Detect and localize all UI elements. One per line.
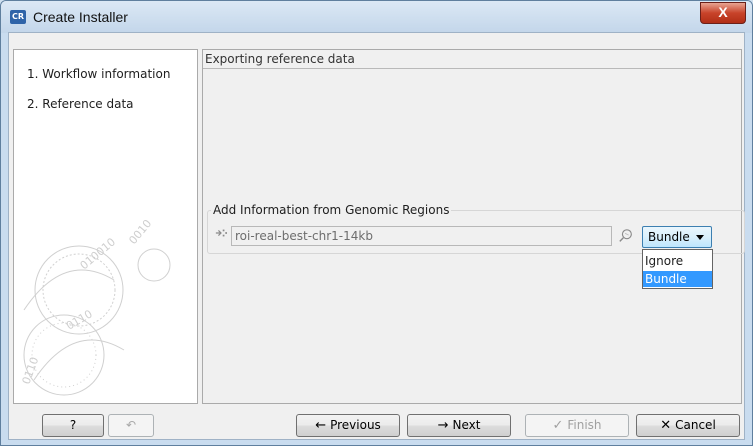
genomic-region-icon [215,229,227,237]
finish-button[interactable]: ✓ Finish [525,414,629,437]
undo-icon: ↶ [125,418,137,432]
group-title: Add Information from Genomic Regions [211,203,452,217]
cancel-label: Cancel [675,418,716,432]
next-button[interactable]: → Next [407,414,511,437]
steps-panel: 010010 0110 0110 0010 1. Workflow inform… [13,49,198,404]
step-workflow-information: 1. Workflow information [27,67,171,81]
cancel-button[interactable]: ✕ Cancel [636,414,740,437]
arrow-right-icon: → [437,418,449,433]
close-button[interactable]: X [700,2,746,24]
next-label: Next [452,418,481,432]
previous-label: Previous [330,418,381,432]
window-title: Create Installer [33,9,128,25]
option-bundle[interactable]: Bundle [643,271,712,287]
title-bar: CR Create Installer X [1,1,752,33]
app-icon: CR [10,10,26,24]
cancel-x-icon: ✕ [660,418,672,433]
svg-text:010010: 010010 [78,235,119,272]
bundle-dropdown[interactable]: Bundle [642,226,712,248]
undo-button[interactable]: ↶ [108,414,154,437]
browse-icon[interactable] [618,228,634,244]
dropdown-menu: Ignore Bundle [642,249,713,289]
svg-text:0010: 0010 [126,217,154,247]
dropdown-value: Bundle [648,230,690,244]
genomic-regions-field[interactable]: roi-real-best-chr1-14kb [231,226,612,246]
arrow-left-icon: ← [315,418,327,433]
section-title: Exporting reference data [205,52,355,66]
svg-text:0110: 0110 [20,355,42,386]
option-ignore[interactable]: Ignore [643,253,712,269]
svg-text:0110: 0110 [64,307,95,332]
section-header: Exporting reference data [203,50,741,69]
help-button[interactable]: ? [42,414,104,437]
previous-button[interactable]: ← Previous [296,414,400,437]
step-reference-data: 2. Reference data [27,97,134,111]
chevron-down-icon [696,235,704,240]
checkmark-icon: ✓ [552,418,564,433]
finish-label: Finish [567,418,602,432]
